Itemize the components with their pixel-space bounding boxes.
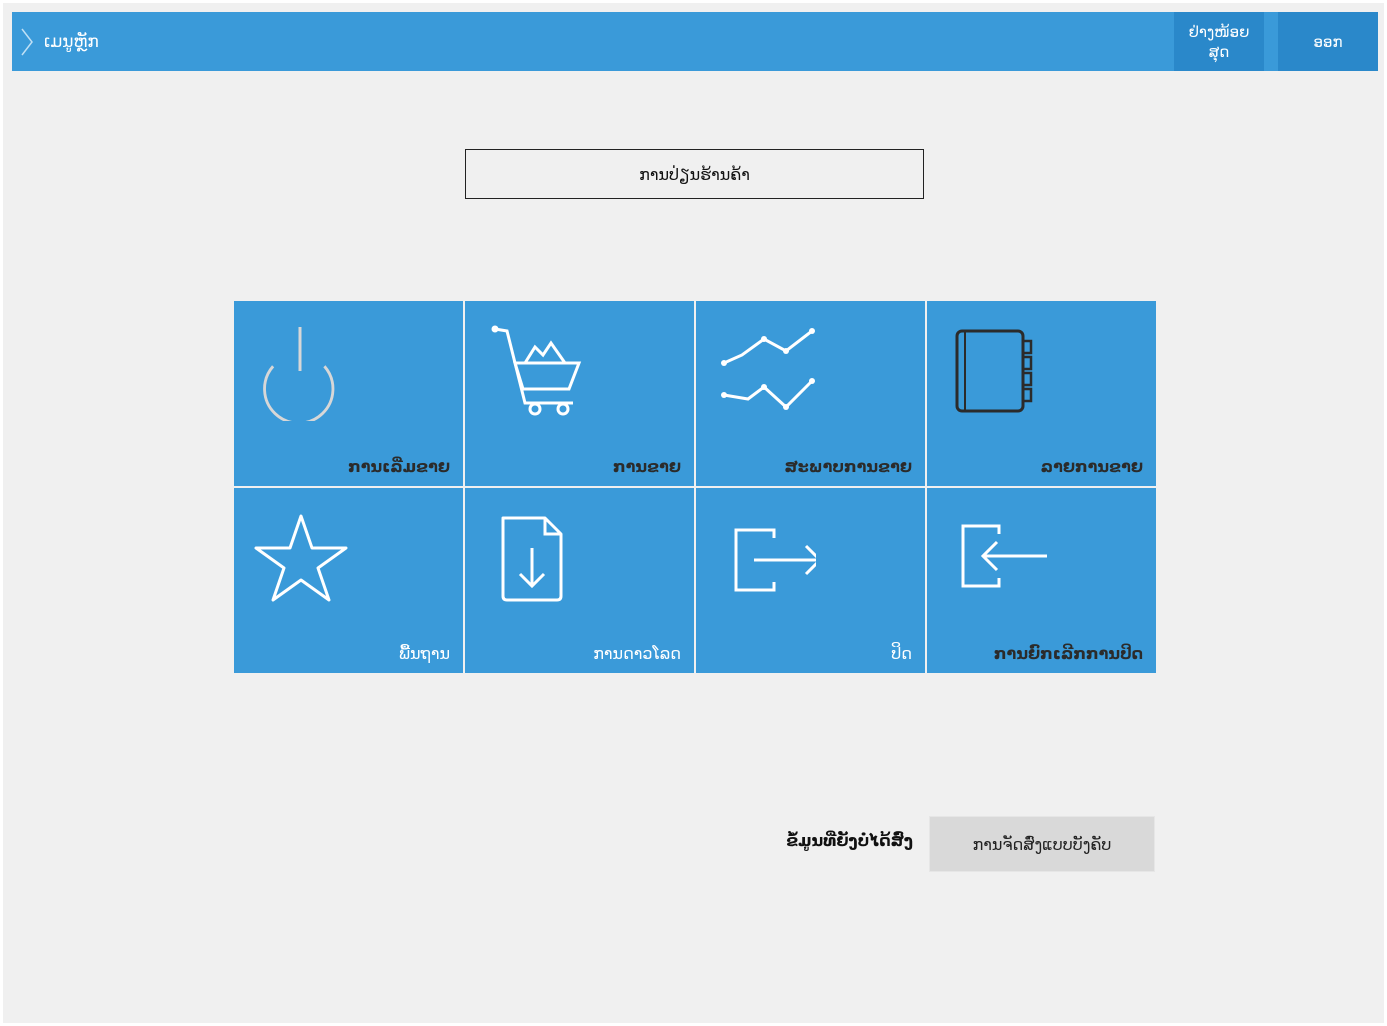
- tile-sales-status[interactable]: ສະພາບການຂາຍ: [696, 301, 925, 486]
- force-send-label: ການຈັດສົ່ງແບບບັງຄັບ: [972, 834, 1112, 854]
- exit-button[interactable]: ອອກ: [1278, 12, 1378, 71]
- tile-sales-list[interactable]: ລາຍການຂາຍ: [927, 301, 1156, 486]
- enter-icon: [947, 508, 1047, 608]
- tile-label: ການດາວໂລດ: [593, 644, 681, 663]
- shopping-cart-icon: [485, 321, 585, 421]
- unsent-data-status: ຂໍ້ມູນທີ່ຍັງບໍ່ໄດ້ສົ່ງ: [786, 831, 913, 850]
- change-store-label: ການປ່ຽນຮ້ານຄ້າ: [639, 164, 750, 184]
- minimize-button[interactable]: ຢ່າງໜ້ອຍ ສຸດ: [1174, 12, 1264, 71]
- chevron-right-icon: [12, 12, 42, 71]
- minimize-label-line1: ຢ່າງໜ້ອຍ: [1188, 22, 1250, 41]
- force-send-button[interactable]: ການຈັດສົ່ງແບບບັງຄັບ: [929, 816, 1155, 872]
- tile-label: ການຍົກເລີກການປິດ: [993, 644, 1143, 663]
- exit-label: ອອກ: [1313, 32, 1343, 51]
- top-bar: ເມນູຫຼັກ ຢ່າງໜ້ອຍ ສຸດ ອອກ: [12, 12, 1378, 71]
- tile-basics[interactable]: ພື້ນຖານ: [234, 488, 463, 673]
- tile-label: ສະພາບການຂາຍ: [784, 457, 912, 476]
- main-menu-label: ເມນູຫຼັກ: [44, 31, 99, 52]
- change-store-button[interactable]: ການປ່ຽນຮ້ານຄ້າ: [465, 149, 924, 199]
- exit-icon: [716, 508, 816, 608]
- tile-label: ການຂາຍ: [613, 457, 681, 476]
- notebook-icon: [947, 321, 1047, 421]
- main-menu-button[interactable]: ເມນູຫຼັກ: [12, 12, 99, 71]
- power-icon: [254, 321, 354, 421]
- line-chart-icon: [716, 321, 816, 421]
- menu-tile-grid: ການເລີ່ມຂາຍ ການຂາຍ ສະພາບການຂາຍ ລາຍການຂາຍ…: [234, 301, 1157, 675]
- minimize-label-line2: ສຸດ: [1208, 42, 1230, 61]
- tile-label: ພື້ນຖານ: [398, 644, 450, 663]
- download-file-icon: [485, 508, 585, 608]
- tile-close[interactable]: ປິດ: [696, 488, 925, 673]
- app-window: ເມນູຫຼັກ ຢ່າງໜ້ອຍ ສຸດ ອອກ ການປ່ຽນຮ້ານຄ້າ…: [3, 3, 1384, 1023]
- tile-cancel-close[interactable]: ການຍົກເລີກການປິດ: [927, 488, 1156, 673]
- tile-start-sales[interactable]: ການເລີ່ມຂາຍ: [234, 301, 463, 486]
- tile-label: ລາຍການຂາຍ: [1040, 457, 1143, 476]
- tile-download[interactable]: ການດາວໂລດ: [465, 488, 694, 673]
- tile-label: ປິດ: [891, 644, 912, 663]
- tile-sales[interactable]: ການຂາຍ: [465, 301, 694, 486]
- star-icon: [254, 508, 354, 608]
- tile-label: ການເລີ່ມຂາຍ: [348, 457, 450, 476]
